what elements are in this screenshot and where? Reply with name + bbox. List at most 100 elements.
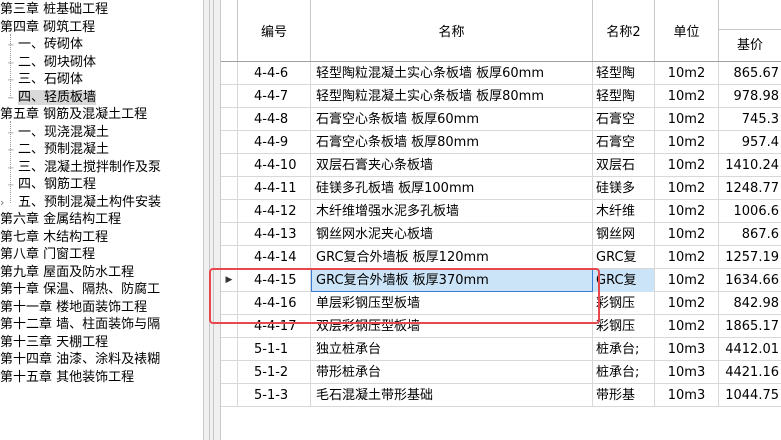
tree-section-item[interactable]: ─ 二、预制混凝土	[8, 141, 109, 158]
tree-chapter-item[interactable]: 第四章 砌筑工程	[0, 19, 95, 36]
table-row[interactable]: 4-4-17 双层彩钢压型板墙 彩钢压 10m2 1865.17	[221, 315, 781, 338]
cell-unit[interactable]: 10m3	[655, 384, 719, 407]
column-header-price[interactable]: 基价	[737, 30, 763, 61]
tree-chapter-item[interactable]: 第七章 木结构工程	[0, 229, 108, 246]
tree-section-item[interactable]: ─ 一、现浇混凝土	[8, 124, 109, 141]
table-row[interactable]: 4-4-13 钢丝网水泥夹心板墙 钢丝网 10m2 867.6	[221, 223, 781, 246]
cell-code[interactable]: 4-4-9	[238, 131, 311, 154]
column-header-name[interactable]: 名称	[311, 0, 593, 61]
cell-unit[interactable]: 10m2	[655, 269, 719, 292]
cell-name2[interactable]: 彩钢压	[593, 292, 655, 315]
cell-unit[interactable]: 10m2	[655, 177, 719, 200]
tree-section-item[interactable]: ─ 三、石砌体	[8, 71, 83, 88]
cell-name[interactable]: 石膏空心条板墙 板厚80mm	[311, 131, 593, 154]
cell-name[interactable]: 独立桩承台	[311, 338, 593, 361]
tree-chapter-item[interactable]: 第十章 保温、隔热、防腐工	[0, 281, 160, 298]
table-row[interactable]: 5-1-3 毛石混凝土带形基础 带形基 10m3 1044.75	[221, 384, 781, 407]
row-selector[interactable]	[221, 338, 238, 361]
tree-section-item[interactable]: ─ 三、混凝土搅拌制作及泵	[8, 159, 161, 176]
cell-price[interactable]: 1634.66	[719, 269, 781, 292]
cell-name[interactable]: 轻型陶粒混凝土实心条板墙 板厚60mm	[311, 62, 593, 85]
table-row[interactable]: 4-4-11 硅镁多孔板墙 板厚100mm 硅镁多 10m2 1248.77	[221, 177, 781, 200]
cell-name[interactable]: 钢丝网水泥夹心板墙	[311, 223, 593, 246]
cell-price[interactable]: 745.3	[719, 108, 781, 131]
cell-price[interactable]: 842.98	[719, 292, 781, 315]
cell-unit[interactable]: 10m2	[655, 154, 719, 177]
cell-unit[interactable]: 10m2	[655, 315, 719, 338]
cell-name2[interactable]: 带形基	[593, 384, 655, 407]
cell-price[interactable]: 1006.6	[719, 200, 781, 223]
tree-chapter-item[interactable]: 第九章 屋面及防水工程	[0, 264, 134, 281]
tree-chapter-item[interactable]: 第五章 钢筋及混凝土工程	[0, 106, 147, 123]
cell-name2[interactable]: 桩承台;	[593, 338, 655, 361]
tree-section-item[interactable]: ─ 二、砌块砌体	[8, 54, 96, 71]
cell-price[interactable]: 1410.24	[719, 154, 781, 177]
cell-unit[interactable]: 10m2	[655, 292, 719, 315]
row-selector[interactable]	[221, 246, 238, 269]
tree-chapter-item[interactable]: 第十三章 天棚工程	[0, 334, 108, 351]
row-selector[interactable]	[221, 292, 238, 315]
cell-name2[interactable]: 石膏空	[593, 108, 655, 131]
cell-code[interactable]: 5-1-2	[238, 361, 311, 384]
row-selector[interactable]	[221, 62, 238, 85]
current-row-marker-icon[interactable]: ▶	[221, 269, 238, 292]
cell-name[interactable]: 毛石混凝土带形基础	[311, 384, 593, 407]
row-selector[interactable]	[221, 131, 238, 154]
cell-name[interactable]: 单层彩钢压型板墙	[311, 292, 593, 315]
table-row[interactable]: 5-1-2 带形桩承台 桩承台; 10m3 4421.16	[221, 361, 781, 384]
cell-code[interactable]: 5-1-1	[238, 338, 311, 361]
column-header-unit[interactable]: 单位	[655, 0, 719, 61]
cell-unit[interactable]: 10m2	[655, 246, 719, 269]
tree-chapter-item[interactable]: 第十二章 墙、柱面装饰与隔	[0, 316, 160, 333]
cell-price[interactable]: 957.4	[719, 131, 781, 154]
cell-code[interactable]: 4-4-15	[238, 269, 311, 292]
tree-chapter-item[interactable]: 第六章 金属结构工程	[0, 211, 121, 228]
tree-section-item[interactable]: ─ 一、砖砌体	[8, 36, 83, 53]
table-row[interactable]: 4-4-7 轻型陶粒混凝土实心条板墙 板厚80mm 轻型陶 10m2 978.98	[221, 85, 781, 108]
table-row[interactable]: 4-4-14 GRC复合外墙板 板厚120mm GRC复 10m2 1257.19	[221, 246, 781, 269]
cell-name2[interactable]: 钢丝网	[593, 223, 655, 246]
cell-name[interactable]: 木纤维增强水泥多孔板墙	[311, 200, 593, 223]
cell-price[interactable]: 1248.77	[719, 177, 781, 200]
cell-price[interactable]: 865.67	[719, 62, 781, 85]
cell-name2[interactable]: 双层石	[593, 154, 655, 177]
cell-code[interactable]: 4-4-10	[238, 154, 311, 177]
panel-splitter[interactable]	[203, 0, 221, 440]
cell-price[interactable]: 4412.01	[719, 338, 781, 361]
cell-code[interactable]: 4-4-17	[238, 315, 311, 338]
cell-name2[interactable]: GRC复	[593, 246, 655, 269]
cell-unit[interactable]: 10m2	[655, 85, 719, 108]
row-selector[interactable]	[221, 223, 238, 246]
cell-unit[interactable]: 10m3	[655, 361, 719, 384]
row-selector[interactable]	[221, 85, 238, 108]
cell-name2[interactable]: 彩钢压	[593, 315, 655, 338]
tree-chapter-item[interactable]: 第十一章 楼地面装饰工程	[0, 299, 147, 316]
table-row[interactable]: 4-4-6 轻型陶粒混凝土实心条板墙 板厚60mm 轻型陶 10m2 865.67	[221, 62, 781, 85]
cell-name[interactable]: 石膏空心条板墙 板厚60mm	[311, 108, 593, 131]
cell-code[interactable]: 4-4-11	[238, 177, 311, 200]
cell-name[interactable]: 双层彩钢压型板墙	[311, 315, 593, 338]
cell-name[interactable]: 硅镁多孔板墙 板厚100mm	[311, 177, 593, 200]
tree-chapter-item[interactable]: 第三章 桩基础工程	[0, 1, 108, 18]
row-selector[interactable]	[221, 315, 238, 338]
column-header-code[interactable]: 编号	[238, 0, 311, 61]
tree-section-item[interactable]: ─ 四、轻质板墙	[8, 89, 97, 106]
cell-name2[interactable]: 木纤维	[593, 200, 655, 223]
row-selector[interactable]	[221, 361, 238, 384]
cell-name2[interactable]: 硅镁多	[593, 177, 655, 200]
table-row[interactable]: 5-1-1 独立桩承台 桩承台; 10m3 4412.01	[221, 338, 781, 361]
row-selector[interactable]	[221, 177, 238, 200]
cell-code[interactable]: 4-4-13	[238, 223, 311, 246]
tree-section-item[interactable]: › 五、预制混凝土构件安装	[0, 194, 161, 211]
table-row[interactable]: ▶ 4-4-15 GRC复合外墙板 板厚370mm GRC复 10m2 1634.66	[221, 269, 781, 292]
cell-price[interactable]: 1044.75	[719, 384, 781, 407]
cell-name2[interactable]: GRC复	[593, 269, 655, 292]
tree-chapter-item[interactable]: 第八章 门窗工程	[0, 246, 95, 263]
row-selector[interactable]	[221, 108, 238, 131]
cell-unit[interactable]: 10m2	[655, 108, 719, 131]
tree-chapter-item[interactable]: 第十四章 油漆、涂料及裱糊	[0, 351, 160, 368]
cell-unit[interactable]: 10m3	[655, 338, 719, 361]
cell-code[interactable]: 4-4-6	[238, 62, 311, 85]
cell-code[interactable]: 4-4-16	[238, 292, 311, 315]
cell-name2[interactable]: 石膏空	[593, 131, 655, 154]
